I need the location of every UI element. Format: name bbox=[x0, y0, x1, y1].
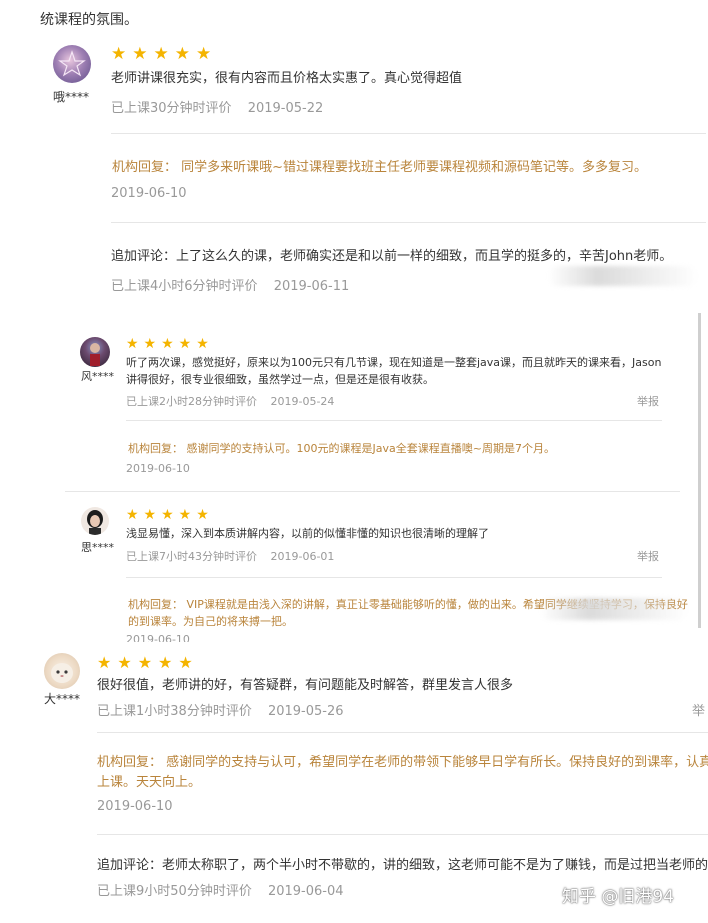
followup-meta: 已上课9小时50分钟时评价 2019-06-04 bbox=[97, 880, 344, 899]
divider bbox=[126, 577, 662, 578]
review-content: 老师讲课很充实，很有内容而且价格太实惠了。真心觉得超值 bbox=[111, 71, 463, 86]
review-date: 2019-05-26 bbox=[267, 704, 344, 719]
username: 大**** bbox=[44, 692, 81, 706]
study-time: 已上课1小时38分钟时评价 bbox=[97, 704, 252, 719]
blurred-region bbox=[548, 266, 698, 286]
review-meta: 已上课7小时43分钟时评价 2019-06-01 bbox=[126, 548, 334, 564]
institution-reply: 机构回复： 感谢同学的支持与认可，希望同学在老师的带领下能够早日学有所长。保持良… bbox=[97, 753, 708, 793]
review-meta: 已上课30分钟时评价 2019-05-22 bbox=[111, 97, 323, 116]
watermark: 知乎 @旧港94 bbox=[562, 887, 675, 907]
review-date: 2019-05-24 bbox=[270, 395, 335, 408]
followup-comment: 追加评论：上了这么久的课，老师确实还是和以前一样的细致，而且学的挺多的，辛苦Jo… bbox=[111, 249, 673, 264]
study-time: 已上课30分钟时评价 bbox=[111, 101, 232, 116]
reply-date: 2019-06-10 bbox=[126, 633, 190, 642]
divider bbox=[65, 491, 680, 492]
avatar[interactable] bbox=[53, 45, 91, 83]
reply-line: 上课。天天向上。 bbox=[97, 775, 202, 790]
avatar[interactable] bbox=[80, 337, 110, 367]
reply-line: 机构回复： 感谢同学的支持与认可，希望同学在老师的带领下能够早日学有所长。保持良… bbox=[97, 755, 708, 770]
report-link[interactable]: 举报 bbox=[637, 393, 659, 409]
report-link[interactable]: 举报 bbox=[637, 548, 659, 564]
pet-icon bbox=[51, 663, 73, 683]
divider bbox=[126, 420, 662, 421]
review-date: 2019-06-01 bbox=[270, 550, 335, 563]
reply-date: 2019-06-10 bbox=[97, 799, 173, 814]
review-meta: 已上课1小时38分钟时评价 2019-05-26 bbox=[97, 700, 344, 719]
study-time: 已上课4小时6分钟时评价 bbox=[111, 279, 258, 294]
rating-stars: ★★★★★ bbox=[126, 336, 214, 352]
review-content: 很好很值，老师讲的好，有答疑群，有问题能及时解答，群里发言人很多 bbox=[97, 678, 514, 693]
avatar[interactable] bbox=[44, 653, 80, 689]
followup-meta: 已上课4小时6分钟时评价 2019-06-11 bbox=[111, 275, 349, 294]
username: 风**** bbox=[81, 370, 114, 383]
divider bbox=[97, 732, 708, 733]
reply-date: 2019-06-10 bbox=[126, 462, 190, 475]
rating-stars: ★★★★★ bbox=[97, 653, 199, 672]
study-time: 已上课2小时28分钟时评价 bbox=[126, 395, 257, 408]
username: 思**** bbox=[81, 541, 114, 554]
review-content: 听了两次课，感觉挺好，原来以为100元只有几节课，现在知道是一整套java课，而… bbox=[126, 356, 662, 386]
intro-text: 统课程的氛围。 bbox=[40, 12, 138, 28]
avatar[interactable] bbox=[81, 507, 109, 535]
study-time: 已上课9小时50分钟时评价 bbox=[97, 884, 252, 899]
scrollbar[interactable] bbox=[698, 313, 701, 628]
person-icon bbox=[87, 510, 103, 535]
rating-stars: ★★★★★ bbox=[126, 507, 214, 523]
reply-date: 2019-06-10 bbox=[111, 186, 187, 201]
divider bbox=[97, 834, 708, 835]
divider bbox=[111, 222, 706, 223]
username: 哦**** bbox=[53, 90, 90, 104]
review-content: 浅显易懂，深入到本质讲解内容，以前的似懂非懂的知识也很清晰的理解了 bbox=[126, 527, 489, 540]
institution-reply: 机构回复： 同学多来听课哦~错过课程要找班主任老师要课程视频和源码笔记等。多多复… bbox=[112, 160, 648, 175]
rating-stars: ★★★★★ bbox=[111, 44, 218, 64]
star-emblem-icon bbox=[58, 50, 86, 77]
followup-comment: 追加评论：老师太称职了，两个半小时不带歇的，讲的细致，这老师可能不是为了赚钱，而… bbox=[97, 858, 708, 873]
figure-icon bbox=[90, 343, 100, 366]
review-date: 2019-05-22 bbox=[247, 101, 324, 116]
review-meta: 已上课2小时28分钟时评价 2019-05-24 bbox=[126, 393, 334, 409]
institution-reply: 机构回复： 感谢同学的支持认可。100元的课程是Java全套课程直播噢~周期是7… bbox=[128, 442, 555, 455]
followup-date: 2019-06-11 bbox=[273, 279, 350, 294]
followup-date: 2019-06-04 bbox=[267, 884, 344, 899]
divider bbox=[111, 133, 706, 134]
study-time: 已上课7小时43分钟时评价 bbox=[126, 550, 257, 563]
blurred-region bbox=[540, 598, 688, 620]
report-link[interactable]: 举 bbox=[692, 700, 705, 719]
